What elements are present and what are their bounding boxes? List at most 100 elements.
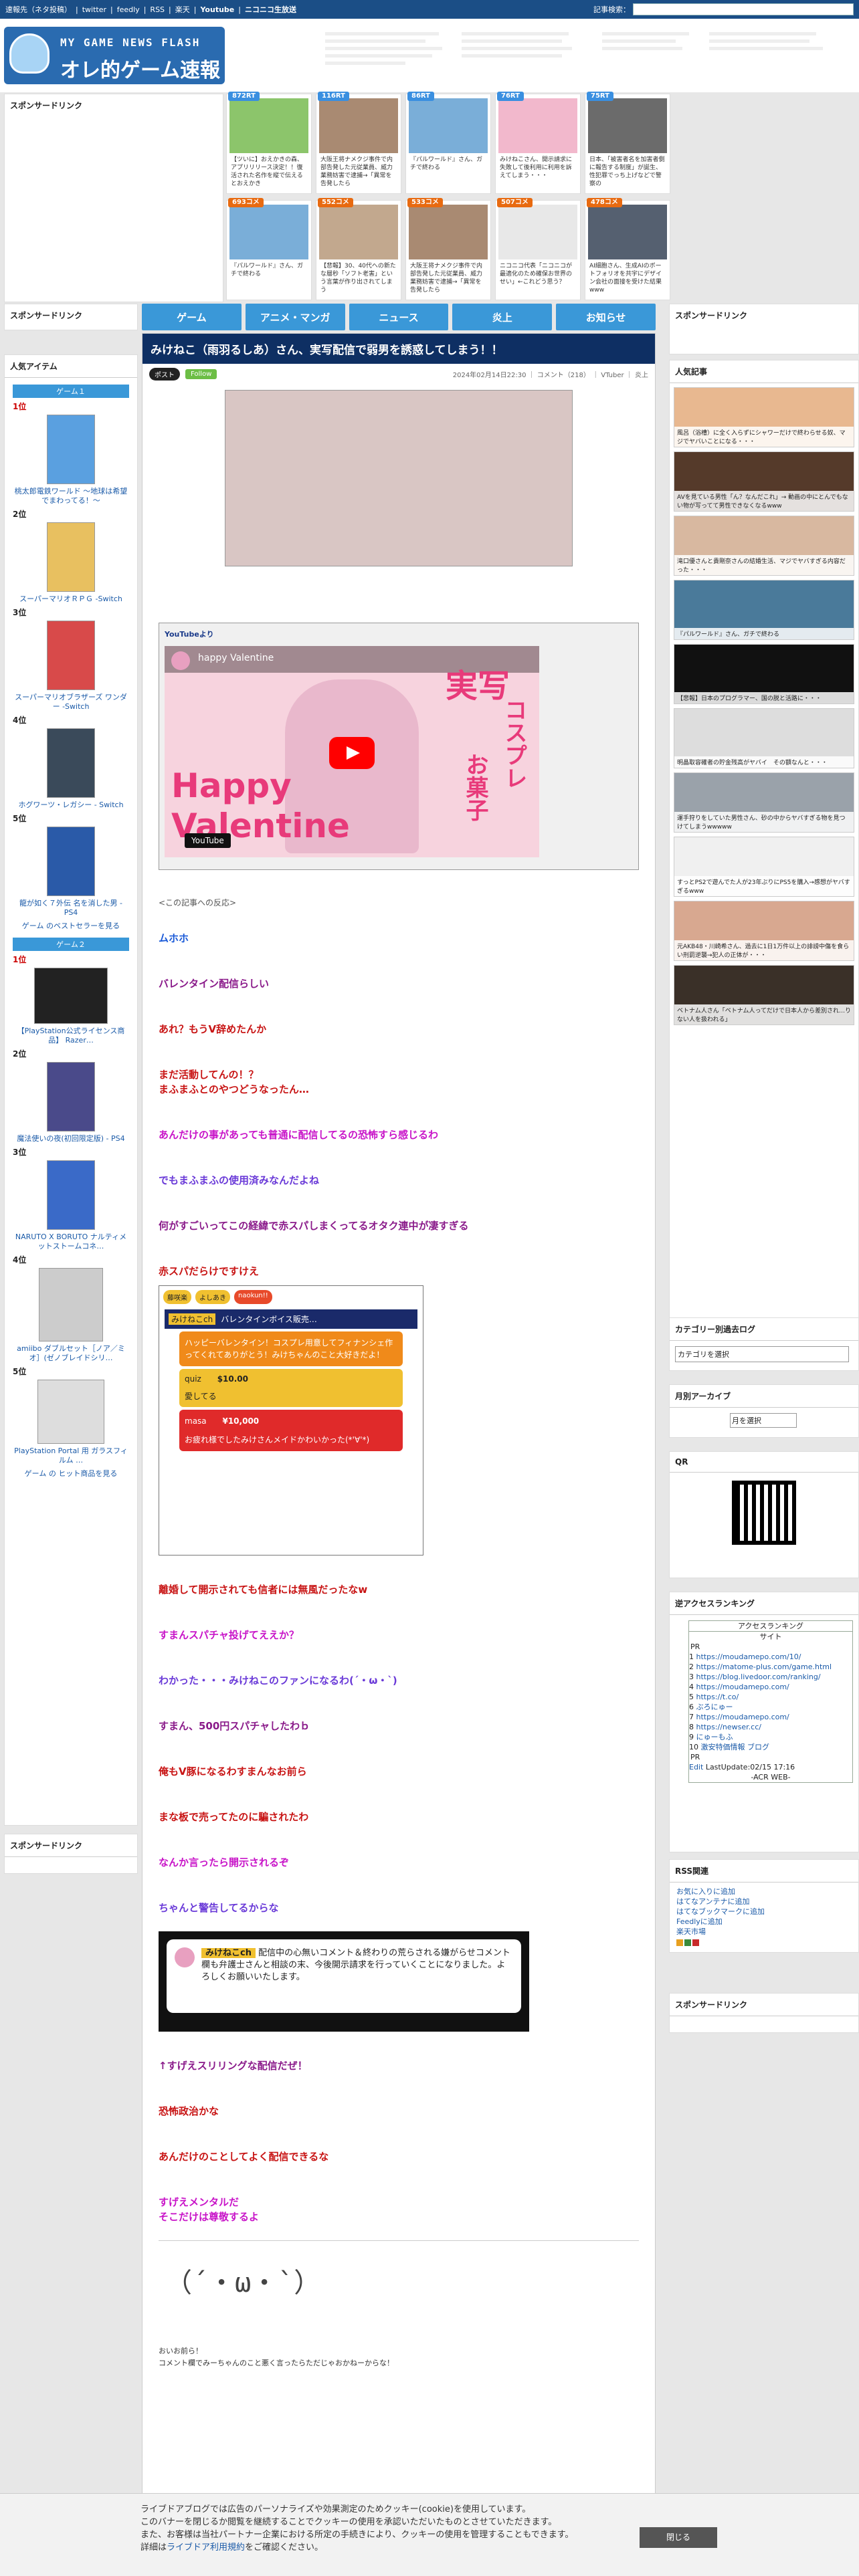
acr-link[interactable]: https://matome-plus.com/game.html xyxy=(696,1662,832,1671)
item-entry[interactable]: 2位 スーパーマリオＲＰＧ -Switch xyxy=(5,508,137,604)
popular-article[interactable]: すっとPS2で遊んでた人が23年ぶりにPS5を購入→感想がヤバすぎるwww xyxy=(674,837,854,897)
popular-caption: 『パルワールド』さん、ガチで終わる xyxy=(674,628,854,639)
popular-article[interactable]: 明晶取容確者の貯金残高がヤバイ その額なんと・・・ xyxy=(674,708,854,768)
site-logo[interactable]: MY GAME NEWS FLASH オレ的ゲーム速報@JIN xyxy=(4,27,225,84)
hit-products-link[interactable]: ゲーム の ヒット商品を見る xyxy=(5,1468,137,1479)
nav-game[interactable]: ゲーム xyxy=(142,304,242,330)
terms-link[interactable]: ライブドア利用規約 xyxy=(167,2543,245,2553)
rss-link[interactable]: はてなブックマークに追加 xyxy=(676,1907,765,1916)
acr-row[interactable]: 10 激安特価情報 ブログ xyxy=(689,1742,852,1752)
cookie-text: 詳細は xyxy=(140,2543,167,2553)
nav-notice[interactable]: お知らせ xyxy=(556,304,656,330)
rss-link[interactable]: 楽天市場 xyxy=(676,1927,706,1936)
ranking-card[interactable]: 507コメ ニコニコ代表「ニコニコが最適化のため確保お世界のせい」←これどう思う？ xyxy=(495,198,581,300)
ranking-card[interactable]: 86RT 『パルワールド』さん、ガチで終わる xyxy=(405,92,491,194)
popular-article[interactable]: ベトナム人さん「ベトナム人ってだけで日本人から差別され…りない人を扱われる」 xyxy=(674,965,854,1025)
item-entry[interactable]: 4位 ホグワーツ・レガシー - Switch xyxy=(5,714,137,810)
thumbnail xyxy=(588,98,667,153)
acr-row[interactable]: 4 https://moudamepo.com/ xyxy=(689,1682,852,1692)
item-entry[interactable]: 1位 桃太郎電鉄ワールド ～地球は希望でまわってる！～ xyxy=(5,401,137,506)
rss-link[interactable]: お気に入りに追加 xyxy=(676,1887,735,1896)
ranking-card[interactable]: 872RT 【ツいに】おえかきの森、アプリリリース決定！！復活された名作を縦で伝え… xyxy=(226,92,312,194)
x-post-button[interactable]: ポスト xyxy=(149,368,180,381)
acr-link[interactable]: https://blog.livedoor.com/ranking/ xyxy=(696,1673,821,1681)
youtube-player[interactable]: happy Valentine 実写 コスプレ お菓子 Happy Valent… xyxy=(165,646,539,857)
popular-article[interactable]: 『パルワールド』さん、ガチで終わる xyxy=(674,580,854,640)
popular-article[interactable]: 風呂（浴槽）に全く入らずにシャワーだけで終わらせる奴、マジでヤバいことになる・・… xyxy=(674,387,854,447)
item-entry[interactable]: 5位 PlayStation Portal 用 ガラスフィルム … xyxy=(5,1366,137,1465)
popular-article[interactable]: 滝口優さんと貴剛奈さんの結婚生活、マジでヤバすぎる内容だった・・・ xyxy=(674,516,854,576)
feedly-follow-button[interactable]: Follow xyxy=(185,369,217,379)
ranking-card[interactable]: 533コメ 大阪王将ナメクジ事件で内部告発した元従業員、威力業務妨害で逮捕→「異常… xyxy=(405,198,491,300)
access-ranking: 逆アクセスランキング アクセスランキング サイト PR 1 https://mo… xyxy=(669,1592,859,1852)
qr-box: QR xyxy=(669,1451,859,1578)
cookie-close-button[interactable]: 閉じる xyxy=(640,2527,718,2548)
popular-article[interactable]: AVを見ている男性「ん？なんだこれ」→ 動画の中にとんでもない物が写ってて男性で… xyxy=(674,451,854,512)
popular-caption: ベトナム人さん「ベトナム人ってだけで日本人から差別され…りない人を扱われる」 xyxy=(674,1004,854,1025)
topbar-link-feedly[interactable]: feedly xyxy=(117,5,140,14)
ranking-card[interactable]: 478コメ AI細胞さん、生成AIのボートフォリオを共宇にデザイン会社の面接を受け… xyxy=(585,198,670,300)
acr-link[interactable]: ぶろにゅー xyxy=(696,1703,733,1711)
comment: 離婚して開示されても信者には無風だったなw xyxy=(159,1584,368,1596)
acr-row[interactable]: 8 https://newser.cc/ xyxy=(689,1722,852,1732)
rt-badge: 76RT xyxy=(497,92,524,101)
popular-article[interactable]: 【悲報】日本のプログラマー、国の脱と活路に・・・ xyxy=(674,644,854,704)
rss-link[interactable]: Feedlyに追加 xyxy=(676,1917,723,1926)
acr-row[interactable]: 1 https://moudamepo.com/10/ xyxy=(689,1652,852,1662)
acr-link[interactable]: https://moudamepo.com/10/ xyxy=(696,1652,801,1661)
rank-label: 1位 xyxy=(13,955,27,964)
rt-badge: 872RT xyxy=(228,92,260,101)
acr-row[interactable]: 5 https://t.co/ xyxy=(689,1692,852,1702)
topbar-link-rakuten[interactable]: 楽天 xyxy=(175,4,190,15)
card-caption: 大阪王将ナメクジ事件で内部告発した元従業員、威力業務妨害で逮捕→「異常を告発した… xyxy=(320,156,393,187)
category-select[interactable]: カテゴリを選択 xyxy=(675,1346,849,1362)
youtube-logo[interactable]: YouTube xyxy=(185,833,231,848)
acr-link[interactable]: https://moudamepo.com/ xyxy=(696,1683,789,1691)
topbar-link-submit[interactable]: 速報先（ネタ投稿） xyxy=(5,4,72,15)
acr-row[interactable]: 9 にゅーもふ xyxy=(689,1732,852,1742)
acr-link[interactable]: https://t.co/ xyxy=(696,1693,739,1701)
item-entry[interactable]: 2位 魔法使いの夜(初回限定版) - PS4 xyxy=(5,1048,137,1144)
item-entry[interactable]: 5位 龍が如く７外伝 名を消した男 - PS4 xyxy=(5,813,137,918)
ranking-card[interactable]: 116RT 大阪王将ナメクジ事件で内部告発した元従業員、威力業務妨害で逮捕→「異常… xyxy=(316,92,401,194)
acr-link[interactable]: https://moudamepo.com/ xyxy=(696,1713,789,1721)
popular-article[interactable]: 元AKB48・川崎希さん、過去に1日1万件以上の誹謗中傷を食らい刑罰逆襲→犯人の… xyxy=(674,901,854,961)
acr-link[interactable]: https://newser.cc/ xyxy=(696,1723,761,1731)
acr-link[interactable]: にゅーもふ xyxy=(696,1733,733,1741)
popular-article[interactable]: 運手狩りをしていた男性さん、砂の中からヤバすぎる物を見つけてしまうwwwww xyxy=(674,772,854,833)
item-entry[interactable]: 1位 【PlayStation公式ライセンス商品】 Razer… xyxy=(5,954,137,1045)
ranking-card[interactable]: 76RT みけねこさん、開示請求に失敗して後利用に利用を訴えてしまう・・・ xyxy=(495,92,581,194)
rss-link[interactable]: はてなアンテナに追加 xyxy=(676,1897,750,1906)
ranking-card[interactable]: 552コメ 【悲報】30、40代への新たな層秒「ソフト老害」という言葉が作り出され… xyxy=(316,198,401,300)
nav-enjo[interactable]: 炎上 xyxy=(452,304,553,330)
acr-row[interactable]: 7 https://moudamepo.com/ xyxy=(689,1712,852,1722)
ranking-card[interactable]: 693コメ 『パルワールド』さん、ガチで終わる xyxy=(226,198,312,300)
item-entry[interactable]: 3位 スーパーマリオブラザーズ ワンダー -Switch xyxy=(5,607,137,712)
nav-news[interactable]: ニュース xyxy=(349,304,449,330)
rt-badge: 116RT xyxy=(318,92,349,101)
topbar-link-rss[interactable]: RSS xyxy=(150,5,165,14)
ranking-card[interactable]: 75RT 日本、「被害者名を加害者側に報告する制度」が誕生、性犯罪でっち上げなどで… xyxy=(585,92,670,194)
product-image xyxy=(47,522,95,592)
acr-credit[interactable]: -ACR WEB- xyxy=(689,1772,852,1782)
bestseller-link[interactable]: ゲーム のベストセラーを見る xyxy=(5,920,137,931)
month-select[interactable]: 月を選択 xyxy=(730,1413,797,1428)
item-entry[interactable]: 4位 amiibo ダブルセット［ノア／ミオ］(ゼノブレイドシリ… xyxy=(5,1254,137,1363)
acr-row[interactable]: 6 ぶろにゅー xyxy=(689,1702,852,1712)
acr-link[interactable]: 激安特価情報 ブログ xyxy=(701,1743,770,1751)
acr-row[interactable]: 2 https://matome-plus.com/game.html xyxy=(689,1662,852,1672)
popular-articles: 人気記事 風呂（浴槽）に全く入らずにシャワーだけで終わらせる奴、マジでヤバいこと… xyxy=(669,360,859,1323)
topbar-link-twitter[interactable]: twitter xyxy=(82,5,106,14)
video-text-2: コスプレ xyxy=(500,698,527,789)
play-button-icon[interactable] xyxy=(329,737,375,769)
acr-edit-link[interactable]: Edit xyxy=(689,1763,703,1772)
topbar-link-youtube[interactable]: Youtube xyxy=(200,5,234,14)
access-ranking-title: 逆アクセスランキング xyxy=(670,1592,858,1615)
acr-row[interactable]: 3 https://blog.livedoor.com/ranking/ xyxy=(689,1672,852,1682)
item-entry[interactable]: 3位 NARUTO X BORUTO ナルティメットストームコネ… xyxy=(5,1146,137,1251)
nav-anime-manga[interactable]: アニメ・マンガ xyxy=(245,304,345,330)
topbar-link-niconico[interactable]: ニコニコ生放送 xyxy=(245,4,296,15)
search-input[interactable] xyxy=(633,3,854,15)
product-image xyxy=(37,1380,104,1444)
rank-label: 4位 xyxy=(13,716,27,725)
